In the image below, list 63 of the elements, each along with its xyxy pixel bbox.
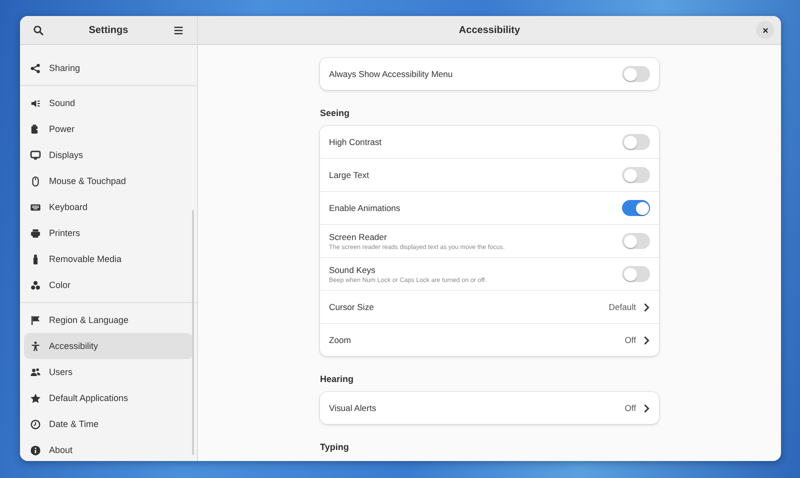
close-icon <box>762 26 768 34</box>
sidebar-item[interactable]: Power <box>24 116 193 142</box>
sidebar-item[interactable]: Accessibility <box>24 333 193 359</box>
row-label: High Contrast <box>329 137 383 147</box>
share-icon <box>30 62 41 74</box>
chevron-icon <box>642 404 651 412</box>
settings-row[interactable]: Zoom Off <box>320 323 659 356</box>
close-button[interactable] <box>756 21 774 39</box>
sidebar-item[interactable]: Default Applications <box>24 385 193 411</box>
color-dots-icon <box>30 280 41 290</box>
sidebar-title: Settings <box>88 24 128 36</box>
battery-plug-icon <box>30 124 41 134</box>
toggle-switch[interactable] <box>622 200 650 216</box>
info-icon <box>30 444 41 456</box>
accessibility-figure-icon <box>30 340 41 352</box>
sidebar-item[interactable]: Users <box>24 359 193 385</box>
settings-row[interactable]: Visual Alerts Off <box>320 392 659 424</box>
sidebar-item[interactable]: Color <box>24 272 193 298</box>
settings-row[interactable]: Cursor Size Default <box>320 290 659 323</box>
mouse-icon <box>30 176 41 186</box>
flag-icon <box>30 314 41 326</box>
toggle-switch[interactable] <box>622 233 650 249</box>
row-label: Zoom <box>329 335 352 345</box>
sidebar-item[interactable]: Sharing <box>24 55 193 81</box>
section-heading: Seeing <box>320 108 351 119</box>
sidebar-item[interactable]: Date & Time <box>24 411 193 437</box>
row-label: Cursor Size <box>329 302 375 312</box>
sidebar-item[interactable]: Mouse & Touchpad <box>24 168 193 194</box>
sidebar-item[interactable]: Printers <box>24 220 193 246</box>
monitor-icon <box>30 150 41 160</box>
star-icon <box>30 392 41 404</box>
keyboard-icon <box>30 202 41 212</box>
row-label: Enable Animations <box>329 203 402 213</box>
speaker-icon <box>30 98 41 108</box>
row-label: Screen Reader <box>329 232 388 242</box>
page-title: Accessibility <box>458 24 520 36</box>
sidebar-item[interactable]: About <box>24 437 193 461</box>
menu-icon <box>173 24 184 36</box>
sidebar-item[interactable]: Removable Media <box>24 246 193 272</box>
section-heading: Typing <box>320 442 350 453</box>
row-label: Large Text <box>329 170 370 180</box>
toggle-switch[interactable] <box>622 134 650 150</box>
toggle-switch[interactable] <box>622 66 650 82</box>
users-icon <box>30 366 41 378</box>
search-icon <box>32 24 44 36</box>
row-value: Default <box>608 302 636 312</box>
clock-icon <box>30 418 41 430</box>
row-value: Off <box>624 335 636 345</box>
sidebar-item[interactable]: Keyboard <box>24 194 193 220</box>
row-label: Always Show Accessibility Menu <box>329 69 454 79</box>
section-heading: Hearing <box>320 374 355 385</box>
toggle-switch[interactable] <box>622 266 650 282</box>
toggle-switch[interactable] <box>622 167 650 183</box>
row-label: Visual Alerts <box>329 403 378 413</box>
sidebar-item[interactable]: Region & Language <box>24 307 193 333</box>
chevron-icon <box>642 302 651 312</box>
printer-icon <box>30 228 41 238</box>
row-label: Sound Keys <box>329 264 376 274</box>
scrollbar[interactable] <box>192 210 194 455</box>
sidebar-item[interactable]: Displays <box>24 142 193 168</box>
chevron-icon <box>642 336 651 344</box>
sidebar-item[interactable]: Sound <box>24 90 193 116</box>
row-value: Off <box>624 403 636 413</box>
